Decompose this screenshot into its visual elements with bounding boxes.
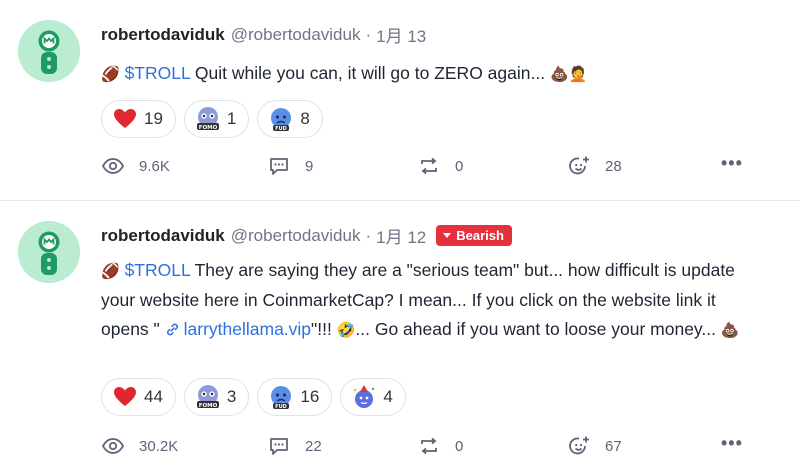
svg-text:FOMO: FOMO <box>199 125 218 131</box>
sentiment-badge: Bearish <box>436 225 512 246</box>
reaction-heart-button[interactable]: 19 <box>101 100 176 138</box>
reposts-count: 0 <box>455 157 464 175</box>
cashtag-link[interactable]: $TROLL <box>125 260 191 280</box>
smiley-plus-icon <box>567 434 591 458</box>
comment-icon <box>267 154 291 178</box>
views-count: 30.2K <box>139 437 179 455</box>
avatar[interactable] <box>18 20 80 82</box>
comment-icon <box>267 434 291 458</box>
party-icon <box>351 384 377 410</box>
link-text: larrythellama.vip <box>183 319 312 339</box>
reaction-count: 19 <box>144 109 163 128</box>
comment-button[interactable]: 22 <box>267 431 322 461</box>
comments-count: 9 <box>305 157 314 175</box>
add-reaction-button[interactable]: 67 <box>567 431 622 461</box>
post: robertodaviduk @robertodaviduk · 1月 12 B… <box>0 201 800 476</box>
handle[interactable]: @robertodaviduk <box>231 25 361 45</box>
repost-button[interactable]: 0 <box>417 151 463 181</box>
smiley-plus-icon <box>567 154 591 178</box>
fud-icon: FUD <box>268 384 294 410</box>
repost-button[interactable]: 0 <box>417 431 463 461</box>
engagement-bar: 30.2K 22 0 67 ••• <box>101 431 743 461</box>
reactions-bar: 44 FOMO 3 FUD 16 4 <box>101 378 406 416</box>
reaction-fomo-button[interactable]: FOMO 1 <box>183 100 250 138</box>
reaction-fud-button[interactable]: FUD 8 <box>257 100 323 138</box>
post-date[interactable]: 1月 13 <box>376 22 426 47</box>
username[interactable]: robertodaviduk <box>101 25 225 45</box>
fomo-icon: FOMO <box>195 384 221 410</box>
comments-count: 22 <box>305 437 322 455</box>
views-stat: 9.6K <box>101 151 170 181</box>
reactions-bar: 19 FOMO 1 FUD 8 <box>101 100 323 138</box>
post-text-content: Quit while you can, it will go to ZERO a… <box>190 63 550 83</box>
reactions-total: 67 <box>605 437 622 455</box>
link-icon <box>166 323 178 336</box>
prefix-emoji: 🏈 <box>101 66 120 83</box>
eye-icon <box>101 434 125 458</box>
post-header: robertodaviduk @robertodaviduk · 1月 12 B… <box>101 223 512 248</box>
reaction-count: 4 <box>383 387 393 406</box>
separator: · <box>365 225 372 245</box>
reaction-fud-button[interactable]: FUD 16 <box>257 378 333 416</box>
fomo-icon: FOMO <box>195 106 221 132</box>
mid-emoji: 🤣 <box>336 322 356 339</box>
svg-text:FUD: FUD <box>276 404 288 410</box>
repost-icon <box>417 434 441 458</box>
reaction-heart-button[interactable]: 44 <box>101 378 176 416</box>
reposts-count: 0 <box>455 437 464 455</box>
heart-icon <box>112 106 138 132</box>
reaction-count: 1 <box>226 109 237 128</box>
separator: · <box>365 24 372 44</box>
handle[interactable]: @robertodaviduk <box>231 226 361 246</box>
more-options-button[interactable]: ••• <box>721 153 743 174</box>
suffix-emoji: 💩🤦 <box>549 66 588 83</box>
suffix-emoji: 💩 <box>720 322 740 339</box>
comment-button[interactable]: 9 <box>267 151 313 181</box>
repost-icon <box>417 154 441 178</box>
reaction-count: 8 <box>300 109 310 128</box>
sentiment-label: Bearish <box>456 228 504 243</box>
post-header: robertodaviduk @robertodaviduk · 1月 13 <box>101 22 426 47</box>
add-reaction-button[interactable]: 28 <box>567 151 622 181</box>
svg-text:FOMO: FOMO <box>199 403 218 409</box>
fud-icon: FUD <box>268 106 294 132</box>
views-stat: 30.2K <box>101 431 178 461</box>
more-options-button[interactable]: ••• <box>721 433 743 454</box>
post-text: 🏈 $TROLL They are saying they are a "ser… <box>101 256 761 345</box>
username[interactable]: robertodaviduk <box>101 226 225 246</box>
post: robertodaviduk @robertodaviduk · 1月 13 🏈… <box>0 0 800 200</box>
svg-text:FUD: FUD <box>276 126 288 132</box>
post-text: 🏈 $TROLL Quit while you can, it will go … <box>101 59 761 89</box>
reaction-count: 44 <box>144 387 163 406</box>
reaction-count: 16 <box>300 387 320 406</box>
caret-down-icon <box>443 233 452 238</box>
cashtag-link[interactable]: $TROLL <box>125 63 191 83</box>
heart-icon <box>112 384 138 410</box>
engagement-bar: 9.6K 9 0 28 ••• <box>101 151 743 181</box>
reaction-count: 3 <box>226 387 237 406</box>
reactions-total: 28 <box>605 157 622 175</box>
reaction-party-button[interactable]: 4 <box>340 378 406 416</box>
avatar[interactable] <box>18 221 80 283</box>
views-count: 9.6K <box>139 157 170 175</box>
reaction-fomo-button[interactable]: FOMO 3 <box>183 378 250 416</box>
website-link[interactable]: larrythellama.vip <box>165 319 311 339</box>
post-text-part3: ... Go ahead if you want to loose your m… <box>355 319 721 339</box>
post-date[interactable]: 1月 12 <box>376 223 426 248</box>
prefix-emoji: 🏈 <box>101 263 120 280</box>
eye-icon <box>101 154 125 178</box>
post-text-part2: "!!! <box>311 319 337 339</box>
